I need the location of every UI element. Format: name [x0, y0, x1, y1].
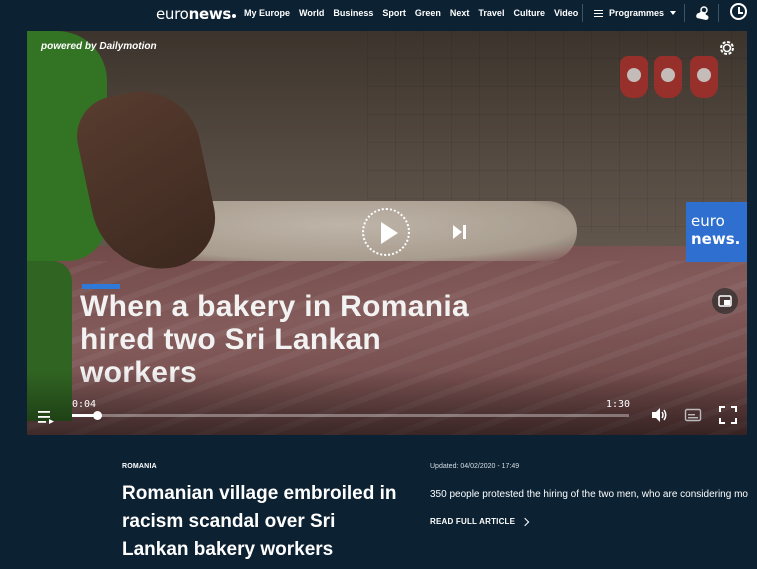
nav-item-green[interactable]: Green — [415, 8, 441, 18]
video-player[interactable]: powered by Dailymotion euro news. When a… — [27, 31, 747, 435]
nav-item-next[interactable]: Next — [450, 8, 470, 18]
read-full-article-link[interactable]: READ FULL ARTICLE — [430, 517, 530, 526]
logo-suffix: news — [188, 5, 232, 23]
nav-item-culture[interactable]: Culture — [513, 8, 545, 18]
progress-bar[interactable] — [72, 411, 629, 420]
article-headline[interactable]: Romanian village embroiled in racism sca… — [122, 480, 407, 564]
duration: 1:30 — [606, 399, 631, 410]
skip-next-icon[interactable] — [451, 224, 467, 240]
nav-divider — [684, 4, 685, 22]
nav-item-business[interactable]: Business — [333, 8, 373, 18]
controls-gradient — [27, 371, 747, 435]
article-category[interactable]: ROMANIA — [122, 463, 157, 470]
article-summary: 350 people protested the hiring of the t… — [430, 489, 748, 500]
nav-divider — [582, 4, 583, 22]
nav-item-video[interactable]: Video — [554, 8, 578, 18]
watermark-line2: news. — [691, 230, 741, 248]
logo-prefix: euro — [156, 5, 189, 23]
settings-gear-icon[interactable] — [718, 39, 736, 57]
volume-icon[interactable] — [651, 406, 669, 424]
list-icon — [594, 8, 603, 19]
top-navigation: euronews My Europe World Business Sport Gree… — [0, 0, 757, 27]
nav-item-sport[interactable]: Sport — [382, 8, 406, 18]
title-accent-bar — [82, 284, 120, 289]
programmes-menu[interactable]: Programmes — [594, 8, 677, 19]
current-time: 0:04 — [72, 399, 97, 410]
chevron-right-icon — [520, 517, 530, 526]
weather-icon[interactable] — [693, 4, 711, 22]
read-full-article-label: READ FULL ARTICLE — [430, 517, 516, 526]
progress-handle[interactable] — [93, 411, 102, 420]
play-icon[interactable] — [362, 208, 410, 256]
article-updated-timestamp: Updated: 04/02/2020 - 17:49 — [430, 463, 520, 470]
clock-icon[interactable] — [730, 3, 747, 20]
programmes-label: Programmes — [609, 8, 665, 19]
fullscreen-icon[interactable] — [719, 406, 737, 424]
picture-in-picture-icon[interactable] — [712, 288, 738, 314]
watermark-line1: euro — [691, 212, 725, 230]
nav-divider — [718, 4, 719, 22]
logo-dot — [232, 14, 237, 18]
nav-item-my-europe[interactable]: My Europe — [244, 8, 290, 18]
playlist-icon[interactable] — [37, 408, 55, 426]
subtitles-icon[interactable] — [684, 406, 702, 424]
main-nav: My Europe World Business Sport Green Next Trav… — [244, 8, 587, 18]
nav-item-travel[interactable]: Travel — [478, 8, 504, 18]
nav-item-world[interactable]: World — [299, 8, 324, 18]
chevron-down-icon — [670, 11, 677, 16]
powered-by-label[interactable]: powered by Dailymotion — [41, 41, 157, 52]
euronews-video-watermark: euro news. — [686, 202, 747, 262]
euronews-logo[interactable]: euronews — [156, 5, 237, 23]
